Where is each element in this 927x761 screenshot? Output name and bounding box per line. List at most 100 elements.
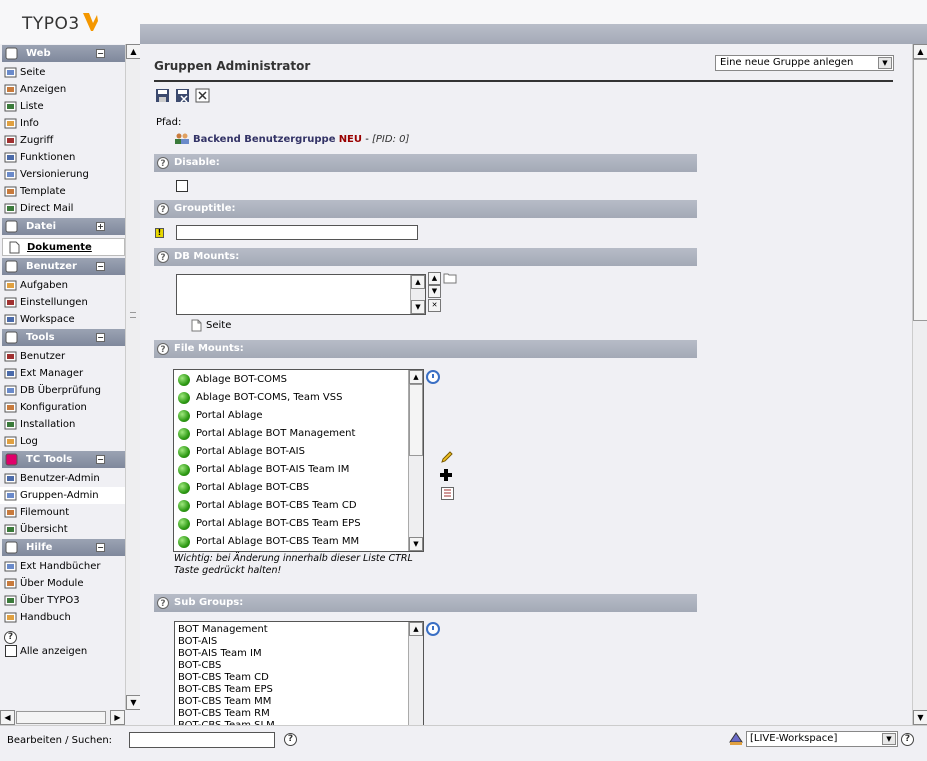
- db-mounts-list[interactable]: ▲ ▼: [176, 274, 426, 315]
- list-item[interactable]: Ablage BOT-COMS, Team VSS: [174, 389, 423, 407]
- db-mounts-page-label[interactable]: Seite: [206, 320, 231, 331]
- menu-item-db-überprüfung[interactable]: DB Überprüfung: [0, 382, 125, 399]
- search-input[interactable]: [129, 732, 275, 748]
- list-item[interactable]: Portal Ablage BOT-CBS Team EPS: [174, 515, 423, 533]
- help-icon[interactable]: ?: [157, 157, 169, 169]
- menu-item-über-module[interactable]: Über Module: [0, 575, 125, 592]
- menu-item-direct-mail[interactable]: Direct Mail: [0, 200, 125, 217]
- list-item[interactable]: Portal Ablage BOT Management: [174, 425, 423, 443]
- scroll-down-arrow-icon[interactable]: ▼: [411, 300, 425, 314]
- add-icon[interactable]: [440, 469, 452, 481]
- menu-item-liste[interactable]: Liste: [0, 98, 125, 115]
- move-down-icon[interactable]: ▼: [428, 285, 441, 298]
- new-group-select[interactable]: Eine neue Gruppe anlegen ▼: [715, 55, 894, 71]
- menu-item-gruppen-admin[interactable]: Gruppen-Admin: [0, 487, 125, 504]
- menu-item-installation[interactable]: Installation: [0, 416, 125, 433]
- toggle-icon[interactable]: −: [96, 543, 105, 552]
- help-icon[interactable]: ?: [157, 597, 169, 609]
- menu-group-datei[interactable]: Datei +: [2, 218, 125, 235]
- chevron-down-icon[interactable]: ▼: [878, 57, 892, 69]
- menu-item-ext-manager[interactable]: Ext Manager: [0, 365, 125, 382]
- help-icon[interactable]: ?: [157, 203, 169, 215]
- folder-icon[interactable]: [443, 272, 457, 284]
- toggle-icon[interactable]: −: [96, 49, 105, 58]
- menu-item-zugriff[interactable]: Zugriff: [0, 132, 125, 149]
- help-icon[interactable]: ?: [284, 733, 297, 746]
- disable-checkbox[interactable]: [176, 180, 188, 192]
- toggle-icon[interactable]: −: [96, 455, 105, 464]
- left-menu-horizontal-scrollbar[interactable]: ◀ ▶: [0, 710, 125, 725]
- save-icon[interactable]: [155, 88, 170, 103]
- remove-item-icon[interactable]: ✕: [428, 299, 441, 312]
- menu-group-hilfe[interactable]: Hilfe −: [2, 539, 125, 556]
- help-icon[interactable]: ?: [901, 733, 914, 746]
- list-item[interactable]: BOT-CBS Team CD: [175, 672, 423, 684]
- toggle-icon[interactable]: −: [96, 333, 105, 342]
- menu-group-tools[interactable]: Tools −: [2, 329, 125, 346]
- list-item[interactable]: BOT Management: [175, 624, 423, 636]
- menu-item-benutzer[interactable]: Benutzer: [0, 348, 125, 365]
- list-item[interactable]: BOT-AIS: [175, 636, 423, 648]
- sub-groups-scrollbar[interactable]: ▲: [408, 622, 423, 725]
- scroll-down-arrow-icon[interactable]: ▼: [409, 537, 423, 551]
- menu-item-log[interactable]: Log: [0, 433, 125, 450]
- horizontal-scroll-thumb[interactable]: [16, 711, 106, 724]
- menu-item-template[interactable]: Template: [0, 183, 125, 200]
- scroll-up-arrow-icon[interactable]: ▲: [126, 44, 141, 59]
- toggle-icon[interactable]: +: [96, 222, 105, 231]
- list-item[interactable]: BOT-AIS Team IM: [175, 648, 423, 660]
- menu-group-tc-tools[interactable]: TC Tools −: [2, 451, 125, 468]
- list-item[interactable]: Portal Ablage BOT-CBS: [174, 479, 423, 497]
- menu-link-documents[interactable]: Dokumente: [2, 238, 125, 256]
- menu-help[interactable]: ?: [0, 626, 125, 644]
- menu-item-aufgaben[interactable]: Aufgaben: [0, 277, 125, 294]
- clock-icon[interactable]: [426, 622, 440, 636]
- menu-item-benutzer-admin[interactable]: Benutzer-Admin: [0, 470, 125, 487]
- help-icon[interactable]: ?: [157, 343, 169, 355]
- menu-group-benutzer[interactable]: Benutzer −: [2, 258, 125, 275]
- menu-item-filemount[interactable]: Filemount: [0, 504, 125, 521]
- menu-item-info[interactable]: Info: [0, 115, 125, 132]
- show-all-checkbox[interactable]: [5, 645, 17, 657]
- sub-groups-list[interactable]: BOT Management BOT-AIS BOT-AIS Team IM BOT-…: [174, 621, 424, 725]
- menu-item-ext-handbücher[interactable]: Ext Handbücher: [0, 558, 125, 575]
- scroll-down-arrow-icon[interactable]: ▼: [913, 710, 927, 725]
- menu-item-funktionen[interactable]: Funktionen: [0, 149, 125, 166]
- menu-item-anzeigen[interactable]: Anzeigen: [0, 81, 125, 98]
- list-item[interactable]: BOT-CBS Team RM: [175, 708, 423, 720]
- list-item[interactable]: Portal Ablage BOT-CBS Team CD: [174, 497, 423, 515]
- pencil-icon[interactable]: [440, 450, 454, 464]
- scroll-down-arrow-icon[interactable]: ▼: [126, 695, 141, 710]
- list-item[interactable]: Portal Ablage: [174, 407, 423, 425]
- scroll-up-arrow-icon[interactable]: ▲: [411, 275, 425, 289]
- menu-item-einstellungen[interactable]: Einstellungen: [0, 294, 125, 311]
- list-item[interactable]: Ablage BOT-COMS: [174, 371, 423, 389]
- toggle-icon[interactable]: −: [96, 262, 105, 271]
- scroll-right-arrow-icon[interactable]: ▶: [110, 710, 125, 725]
- list-item[interactable]: Portal Ablage BOT-CBS Team MM: [174, 533, 423, 551]
- grouptitle-input[interactable]: [176, 225, 418, 240]
- scroll-up-arrow-icon[interactable]: ▲: [913, 44, 927, 59]
- scroll-left-arrow-icon[interactable]: ◀: [0, 710, 15, 725]
- help-icon[interactable]: ?: [157, 251, 169, 263]
- menu-group-web[interactable]: Web −: [2, 45, 125, 62]
- file-mounts-scroll-thumb[interactable]: [409, 384, 423, 456]
- list-item[interactable]: Portal Ablage BOT-AIS: [174, 443, 423, 461]
- save-and-close-icon[interactable]: [175, 88, 190, 103]
- workspace-select[interactable]: [LIVE-Workspace] ▼: [746, 731, 898, 747]
- scroll-up-arrow-icon[interactable]: ▲: [409, 370, 423, 384]
- show-all-toggle[interactable]: Alle anzeigen: [0, 643, 125, 660]
- left-menu-vertical-scrollbar[interactable]: ▲ ▼: [125, 44, 141, 710]
- clock-icon[interactable]: [426, 370, 440, 384]
- main-vertical-scrollbar[interactable]: ▲ ▼: [912, 44, 927, 725]
- list-item[interactable]: BOT-CBS Team EPS: [175, 684, 423, 696]
- file-mounts-scrollbar[interactable]: ▲ ▼: [408, 370, 423, 551]
- move-up-icon[interactable]: ▲: [428, 272, 441, 285]
- menu-item-übersicht[interactable]: Übersicht: [0, 521, 125, 538]
- file-mounts-list[interactable]: Ablage BOT-COMS Ablage BOT-COMS, Team VSS…: [173, 369, 424, 552]
- list-item[interactable]: BOT-CBS Team MM: [175, 696, 423, 708]
- scroll-up-arrow-icon[interactable]: ▲: [409, 622, 423, 636]
- menu-item-handbuch[interactable]: Handbuch: [0, 609, 125, 626]
- list-item[interactable]: Portal Ablage BOT-AIS Team IM: [174, 461, 423, 479]
- menu-item-seite[interactable]: Seite: [0, 64, 125, 81]
